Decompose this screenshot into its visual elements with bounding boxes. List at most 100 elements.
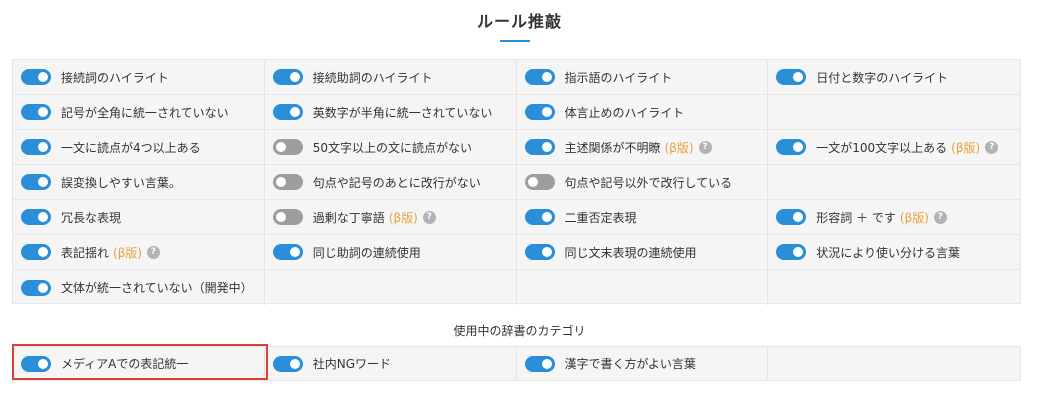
rule-toggle[interactable]	[524, 69, 555, 85]
rule-item: 記号が全角に統一されていない	[13, 95, 265, 130]
rule-label: 接続詞のハイライト	[61, 70, 169, 85]
question-circle-icon[interactable]: ?	[698, 140, 712, 154]
rule-item: 表記揺れ (β版)?	[13, 235, 265, 270]
title-underline	[500, 40, 530, 42]
rule-toggle[interactable]	[21, 279, 51, 296]
rule-label: 日付と数字のハイライト	[816, 70, 949, 85]
rule-label: 50文字以上の文に読点がない	[312, 140, 473, 155]
rule-toggle[interactable]	[272, 69, 303, 85]
rule-label: 記号が全角に統一されていない	[61, 105, 229, 120]
rule-item: 接続助詞のハイライト	[264, 60, 517, 95]
beta-badge: (β版)	[388, 210, 418, 225]
dictionary-heading: 使用中の辞書のカテゴリ	[453, 324, 586, 338]
rule-label: 二重否定表現	[564, 210, 637, 225]
rule-item: 句点や記号のあとに改行がない	[264, 165, 517, 200]
dictionary-toggle[interactable]	[524, 355, 555, 372]
toggle-knob	[289, 107, 300, 117]
rule-toggle[interactable]	[272, 104, 303, 120]
rule-toggle[interactable]	[21, 244, 51, 260]
rule-item: 同じ助詞の連続使用	[264, 235, 517, 270]
rule-item: 英数字が半角に統一されていない	[264, 95, 517, 130]
toggle-knob	[541, 107, 552, 117]
rule-item: 句点や記号以外で改行している	[516, 165, 769, 200]
toggle-knob	[38, 358, 48, 369]
empty-cell	[517, 270, 769, 305]
dictionary-grid: メディアAでの表記統一 社内NGワード 漢字で書く方がよい言葉	[12, 346, 1021, 381]
rule-toggle[interactable]	[21, 174, 51, 190]
question-circle-icon[interactable]: ?	[147, 245, 161, 259]
rule-toggle[interactable]	[524, 244, 555, 260]
rule-label: 同じ助詞の連続使用	[312, 245, 421, 260]
toggle-knob	[38, 282, 48, 293]
rule-toggle[interactable]	[272, 174, 303, 190]
rule-toggle[interactable]	[524, 209, 555, 225]
toggle-knob	[541, 358, 552, 369]
rule-toggle[interactable]	[272, 139, 303, 155]
rule-toggle[interactable]	[776, 139, 807, 155]
rule-toggle[interactable]	[21, 139, 51, 155]
rule-toggle[interactable]	[21, 104, 51, 120]
rule-toggle[interactable]	[272, 244, 303, 260]
empty-cell	[768, 270, 1020, 305]
toggle-knob	[38, 177, 48, 187]
rule-label: 一文が100文字以上ある	[816, 140, 948, 155]
rule-label: 誤変換しやすい言葉。	[61, 175, 181, 190]
rule-item: 過剰な丁寧語 (β版)?	[264, 200, 517, 235]
rule-label: 状況により使い分ける言葉	[816, 245, 961, 260]
rule-toggle[interactable]	[776, 244, 807, 260]
question-circle-icon[interactable]: ?	[985, 140, 999, 154]
rule-item: 一文に読点が4つ以上ある	[13, 130, 265, 165]
question-circle-icon[interactable]: ?	[422, 210, 436, 224]
toggle-knob	[793, 72, 804, 82]
toggle-knob	[275, 177, 286, 187]
page-title: ルール推敲	[476, 12, 562, 31]
beta-badge: (β版)	[899, 210, 929, 225]
dictionary-label: メディアAでの表記統一	[61, 357, 189, 371]
rule-label: 過剰な丁寧語	[312, 210, 385, 225]
rule-item: 50文字以上の文に読点がない	[264, 130, 517, 165]
rule-toggle[interactable]	[524, 104, 555, 120]
toggle-knob	[541, 212, 552, 222]
rule-item: 冗長な表現	[13, 200, 265, 235]
rule-label: 同じ文末表現の連続使用	[564, 245, 697, 260]
toggle-knob	[38, 72, 48, 82]
toggle-knob	[38, 247, 48, 257]
rule-label: 体言止めのハイライト	[564, 105, 685, 120]
rule-label: 句点や記号のあとに改行がない	[312, 175, 481, 190]
toggle-knob	[541, 142, 552, 152]
rules-grid: 接続詞のハイライト 接続助詞のハイライト 指示語のハイライト 日付と数字のハイライト記…	[12, 59, 1021, 305]
rule-item: 日付と数字のハイライト	[768, 60, 1020, 95]
toggle-knob	[793, 247, 804, 257]
dictionary-item: メディアAでの表記統一	[13, 347, 265, 380]
toggle-knob	[793, 212, 804, 222]
rule-toggle[interactable]	[21, 69, 51, 85]
rule-label: 表記揺れ	[61, 245, 110, 260]
beta-badge: (β版)	[664, 140, 694, 155]
rule-label: 文体が統一されていない（開発中）	[61, 281, 253, 295]
rule-toggle[interactable]	[776, 209, 807, 225]
dictionary-toggle[interactable]	[21, 355, 51, 372]
rule-item: 一文が100文字以上ある (β版)?	[768, 130, 1020, 165]
dictionary-toggle[interactable]	[272, 355, 303, 372]
rule-toggle[interactable]	[272, 209, 303, 225]
toggle-knob	[793, 142, 804, 152]
dictionary-item: 社内NGワード	[265, 347, 517, 380]
rule-toggle[interactable]	[524, 174, 555, 190]
empty-cell	[768, 347, 1020, 380]
toggle-knob	[38, 142, 48, 152]
rule-toggle[interactable]	[776, 69, 807, 85]
rule-label: 英数字が半角に統一されていない	[312, 105, 493, 120]
rule-toggle[interactable]	[524, 139, 555, 155]
question-circle-icon[interactable]: ?	[933, 210, 947, 224]
rule-item: 形容詞 ＋ です (β版)?	[768, 200, 1020, 235]
empty-cell	[768, 95, 1020, 130]
dictionary-label: 社内NGワード	[312, 357, 392, 371]
empty-cell	[265, 270, 517, 305]
rule-toggle[interactable]	[21, 209, 51, 225]
beta-badge: (β版)	[113, 245, 143, 260]
beta-badge: (β版)	[951, 140, 981, 155]
empty-cell	[768, 165, 1020, 200]
toggle-knob	[38, 212, 48, 222]
rule-label: 句点や記号以外で改行している	[564, 175, 733, 190]
rule-label: 冗長な表現	[61, 210, 122, 225]
